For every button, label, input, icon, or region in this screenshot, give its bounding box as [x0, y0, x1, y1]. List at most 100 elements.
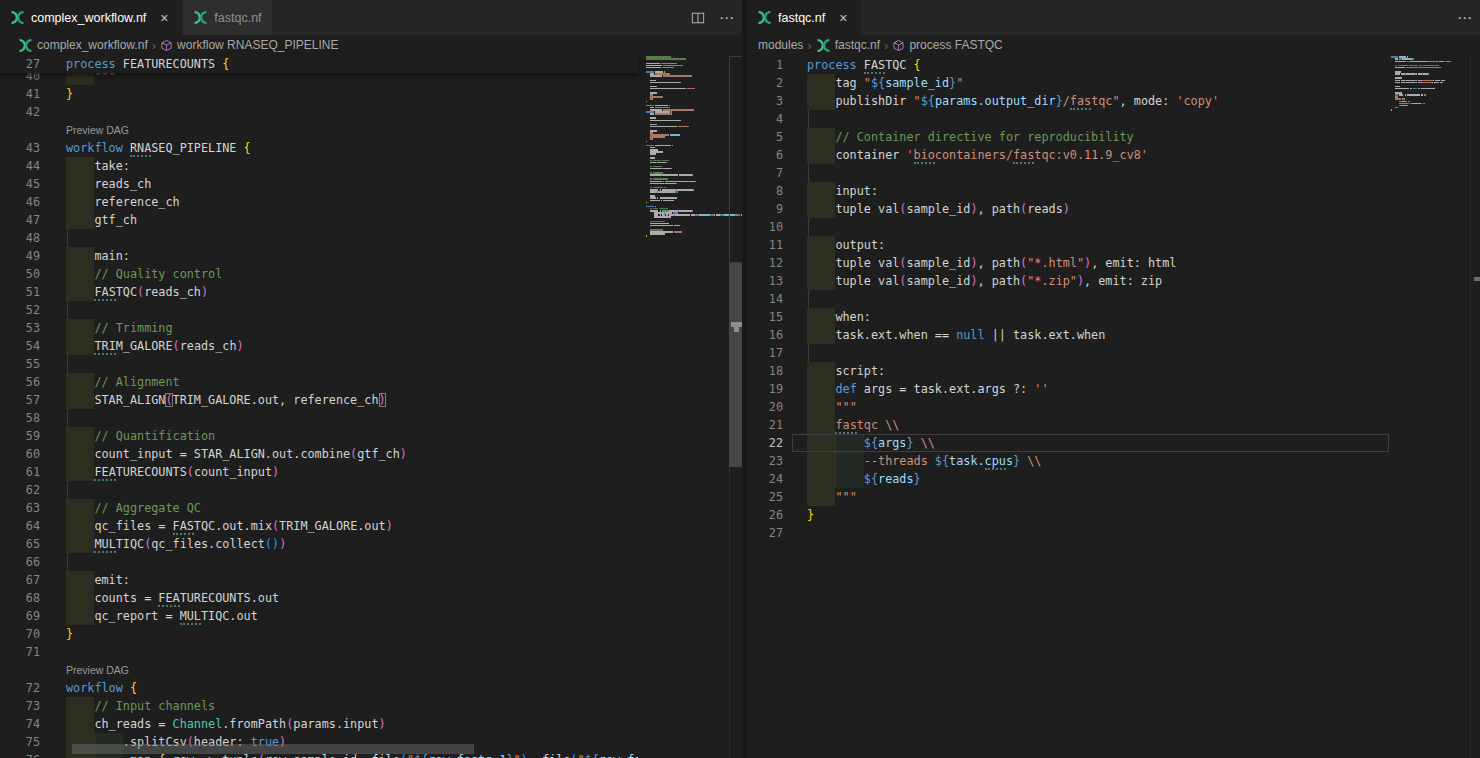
tab-bar-right: fastqc.nf × ⋯ [747, 0, 1480, 35]
code-line[interactable]: 68 counts = FEATURECOUNTS.out [0, 589, 638, 607]
code-line[interactable]: 43workflow RNASEQ_PIPELINE { [0, 139, 638, 157]
code-line[interactable]: 7 [747, 164, 1390, 182]
codelens-preview-dag[interactable]: Preview DAG [66, 121, 129, 139]
code-line[interactable]: 22 ${args} \\ [747, 434, 1390, 452]
code-line[interactable]: 73 // Input channels [0, 697, 638, 715]
code-line[interactable]: 1process FASTQC { [747, 56, 1390, 74]
code-line[interactable]: 47 gtf_ch [0, 211, 638, 229]
code-line[interactable]: 67 emit: [0, 571, 638, 589]
code-line[interactable]: 64 qc_files = FASTQC.out.mix(TRIM_GALORE… [0, 517, 638, 535]
code-line[interactable]: 27 [747, 524, 1390, 542]
editor-group-left: complex_workflow.nf × fastqc.nf ⋯ comple… [0, 0, 742, 758]
close-icon[interactable]: × [156, 10, 172, 26]
code-line[interactable]: 19 def args = task.ext.args ?: '' [747, 380, 1390, 398]
code-line[interactable]: 74 ch_reads = Channel.fromPath(params.in… [0, 715, 638, 733]
code-line[interactable]: 69 qc_report = MULTIQC.out [0, 607, 638, 625]
vscode-window: complex_workflow.nf × fastqc.nf ⋯ comple… [0, 0, 1480, 758]
code-line[interactable]: 59 // Quantification [0, 427, 638, 445]
split-editor-icon[interactable] [691, 11, 705, 25]
code-line[interactable]: 60 count_input = STAR_ALIGN.out.combine(… [0, 445, 638, 463]
code-line[interactable]: 14 [747, 290, 1390, 308]
code-line[interactable]: 71 [0, 643, 638, 661]
code-line[interactable]: 5 // Container directive for reproducibi… [747, 128, 1390, 146]
code-line[interactable]: 2 tag "${sample_id}" [747, 74, 1390, 92]
code-editor-left[interactable]: 40 """41}42Preview DAG43workflow RNASEQ_… [0, 55, 742, 758]
code-line[interactable]: 16 task.ext.when == null || task.ext.whe… [747, 326, 1390, 344]
code-line[interactable]: 20 """ [747, 398, 1390, 416]
code-line[interactable]: 13 tuple val(sample_id), path("*.zip"), … [747, 272, 1390, 290]
breadcrumb-separator: › [880, 38, 892, 53]
code-line[interactable]: 58 [0, 409, 638, 427]
code-line[interactable]: 54 TRIM_GALORE(reads_ch) [0, 337, 638, 355]
code-line[interactable]: 26} [747, 506, 1390, 524]
breadcrumb-left: complex_workflow.nf › workflow RNASEQ_PI… [0, 35, 742, 55]
minimap[interactable] [1391, 56, 1474, 117]
breadcrumb-separator: › [803, 38, 815, 53]
code-line[interactable]: 21 fastqc \\ [747, 416, 1390, 434]
code-line[interactable]: 10 [747, 218, 1390, 236]
code-line[interactable]: 56 // Alignment [0, 373, 638, 391]
tab-fastqc-right[interactable]: fastqc.nf × [747, 0, 862, 35]
minimap[interactable] [646, 56, 729, 243]
code-line[interactable]: 4 [747, 110, 1390, 128]
code-line[interactable]: 49 main: [0, 247, 638, 265]
breadcrumb-symbol[interactable]: workflow RNASEQ_PIPELINE [160, 38, 338, 52]
code-line[interactable]: 65 MULTIQC(qc_files.collect()) [0, 535, 638, 553]
nextflow-file-icon [816, 38, 831, 53]
breadcrumb-file[interactable]: fastqc.nf [816, 38, 880, 53]
code-line[interactable]: 72workflow { [0, 679, 638, 697]
nextflow-file-icon [757, 10, 772, 25]
code-line[interactable]: 9 tuple val(sample_id), path(reads) [747, 200, 1390, 218]
code-line[interactable]: 41} [0, 85, 638, 103]
code-line[interactable]: 61 FEATURECOUNTS(count_input) [0, 463, 638, 481]
code-line[interactable]: 48 [0, 229, 638, 247]
code-line[interactable]: 51 FASTQC(reads_ch) [0, 283, 638, 301]
breadcrumb-folder[interactable]: modules [758, 38, 803, 52]
code-line[interactable]: 70} [0, 625, 638, 643]
code-line[interactable]: 15 when: [747, 308, 1390, 326]
code-line[interactable]: 44 take: [0, 157, 638, 175]
code-line[interactable]: 11 output: [747, 236, 1390, 254]
code-line[interactable]: 62 [0, 481, 638, 499]
tab-label: complex_workflow.nf [31, 11, 146, 25]
tab-fastqc-left[interactable]: fastqc.nf [183, 0, 272, 35]
codelens-preview-dag[interactable]: Preview DAG [66, 661, 129, 679]
breadcrumb-symbol[interactable]: process FASTQC [892, 38, 1002, 52]
code-line[interactable]: 17 [747, 344, 1390, 362]
code-line[interactable]: 25 """ [747, 488, 1390, 506]
code-line[interactable]: 57 STAR_ALIGN(TRIM_GALORE.out, reference… [0, 391, 638, 409]
breadcrumb-file[interactable]: complex_workflow.nf [18, 38, 148, 53]
code-line[interactable]: 6 container 'biocontainers/fastqc:v0.11.… [747, 146, 1390, 164]
symbol-cube-icon [160, 39, 173, 52]
vertical-scrollbar[interactable] [729, 263, 743, 467]
code-line[interactable]: 63 // Aggregate QC [0, 499, 638, 517]
more-actions-icon[interactable]: ⋯ [1457, 9, 1472, 27]
horizontal-scrollbar[interactable] [72, 744, 474, 754]
nextflow-file-icon [18, 38, 33, 53]
sticky-scroll-line[interactable]: 27process FEATURECOUNTS { [0, 55, 638, 73]
code-line[interactable]: 52 [0, 301, 638, 319]
tab-complex-workflow[interactable]: complex_workflow.nf × [0, 0, 183, 35]
code-line[interactable]: 46 reference_ch [0, 193, 638, 211]
code-line[interactable]: 53 // Trimming [0, 319, 638, 337]
code-line[interactable]: 24 ${reads} [747, 470, 1390, 488]
close-icon[interactable]: × [835, 10, 851, 26]
code-line[interactable]: 23 --threads ${task.cpus} \\ [747, 452, 1390, 470]
scrollbar-track[interactable] [729, 56, 743, 263]
code-line[interactable]: 55 [0, 355, 638, 373]
code-line[interactable]: 18 script: [747, 362, 1390, 380]
code-line[interactable]: 8 input: [747, 182, 1390, 200]
code-line[interactable]: 42 [0, 103, 638, 121]
code-editor-right[interactable]: 1process FASTQC {2 tag "${sample_id}"3 p… [747, 55, 1480, 758]
code-line[interactable]: 50 // Quality control [0, 265, 638, 283]
editor-group-right: fastqc.nf × ⋯ modules › fastqc.nf › proc… [747, 0, 1480, 758]
breadcrumb-separator: › [148, 38, 160, 53]
code-line[interactable]: 66 [0, 553, 638, 571]
code-line[interactable]: 45 reads_ch [0, 175, 638, 193]
more-actions-icon[interactable]: ⋯ [719, 9, 734, 27]
code-line[interactable]: 12 tuple val(sample_id), path("*.html"),… [747, 254, 1390, 272]
tab-label: fastqc.nf [214, 11, 261, 25]
code-line[interactable]: 3 publishDir "${params.output_dir}/fastq… [747, 92, 1390, 110]
breadcrumb-right: modules › fastqc.nf › process FASTQC [747, 35, 1480, 55]
nextflow-file-icon [193, 10, 208, 25]
